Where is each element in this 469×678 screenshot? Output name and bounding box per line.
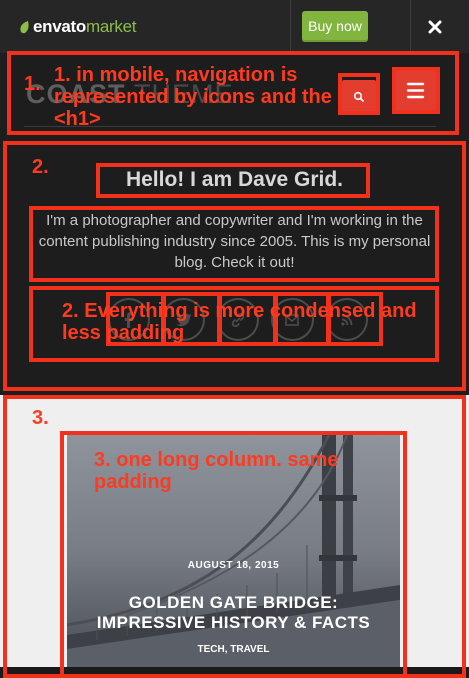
annotation-number-2: 2.: [32, 156, 49, 178]
annotation-box-title: [96, 163, 370, 198]
annotation-box-text: [29, 206, 439, 282]
annotation-text-2: 2. Everything is more condensed and less…: [62, 300, 417, 344]
annotation-text-1: 1. in mobile, navigation is represented …: [54, 64, 332, 130]
buy-now-button[interactable]: Buy now: [302, 11, 368, 42]
divider: [410, 0, 411, 53]
annotation-text-3: 3. one long column. same padding: [94, 449, 339, 493]
logo-text-market: market: [86, 17, 137, 36]
envato-top-bar: envato market Buy now: [0, 0, 469, 53]
envato-market-logo[interactable]: envato market: [19, 17, 136, 37]
annotation-number-1: 1.: [24, 73, 41, 95]
annotation-number-3: 3.: [32, 407, 49, 429]
leaf-icon: [20, 20, 29, 33]
close-icon[interactable]: [424, 16, 446, 38]
divider: [290, 0, 291, 53]
annotation-box-menu: [392, 67, 440, 114]
logo-text-envato: envato: [33, 17, 86, 36]
